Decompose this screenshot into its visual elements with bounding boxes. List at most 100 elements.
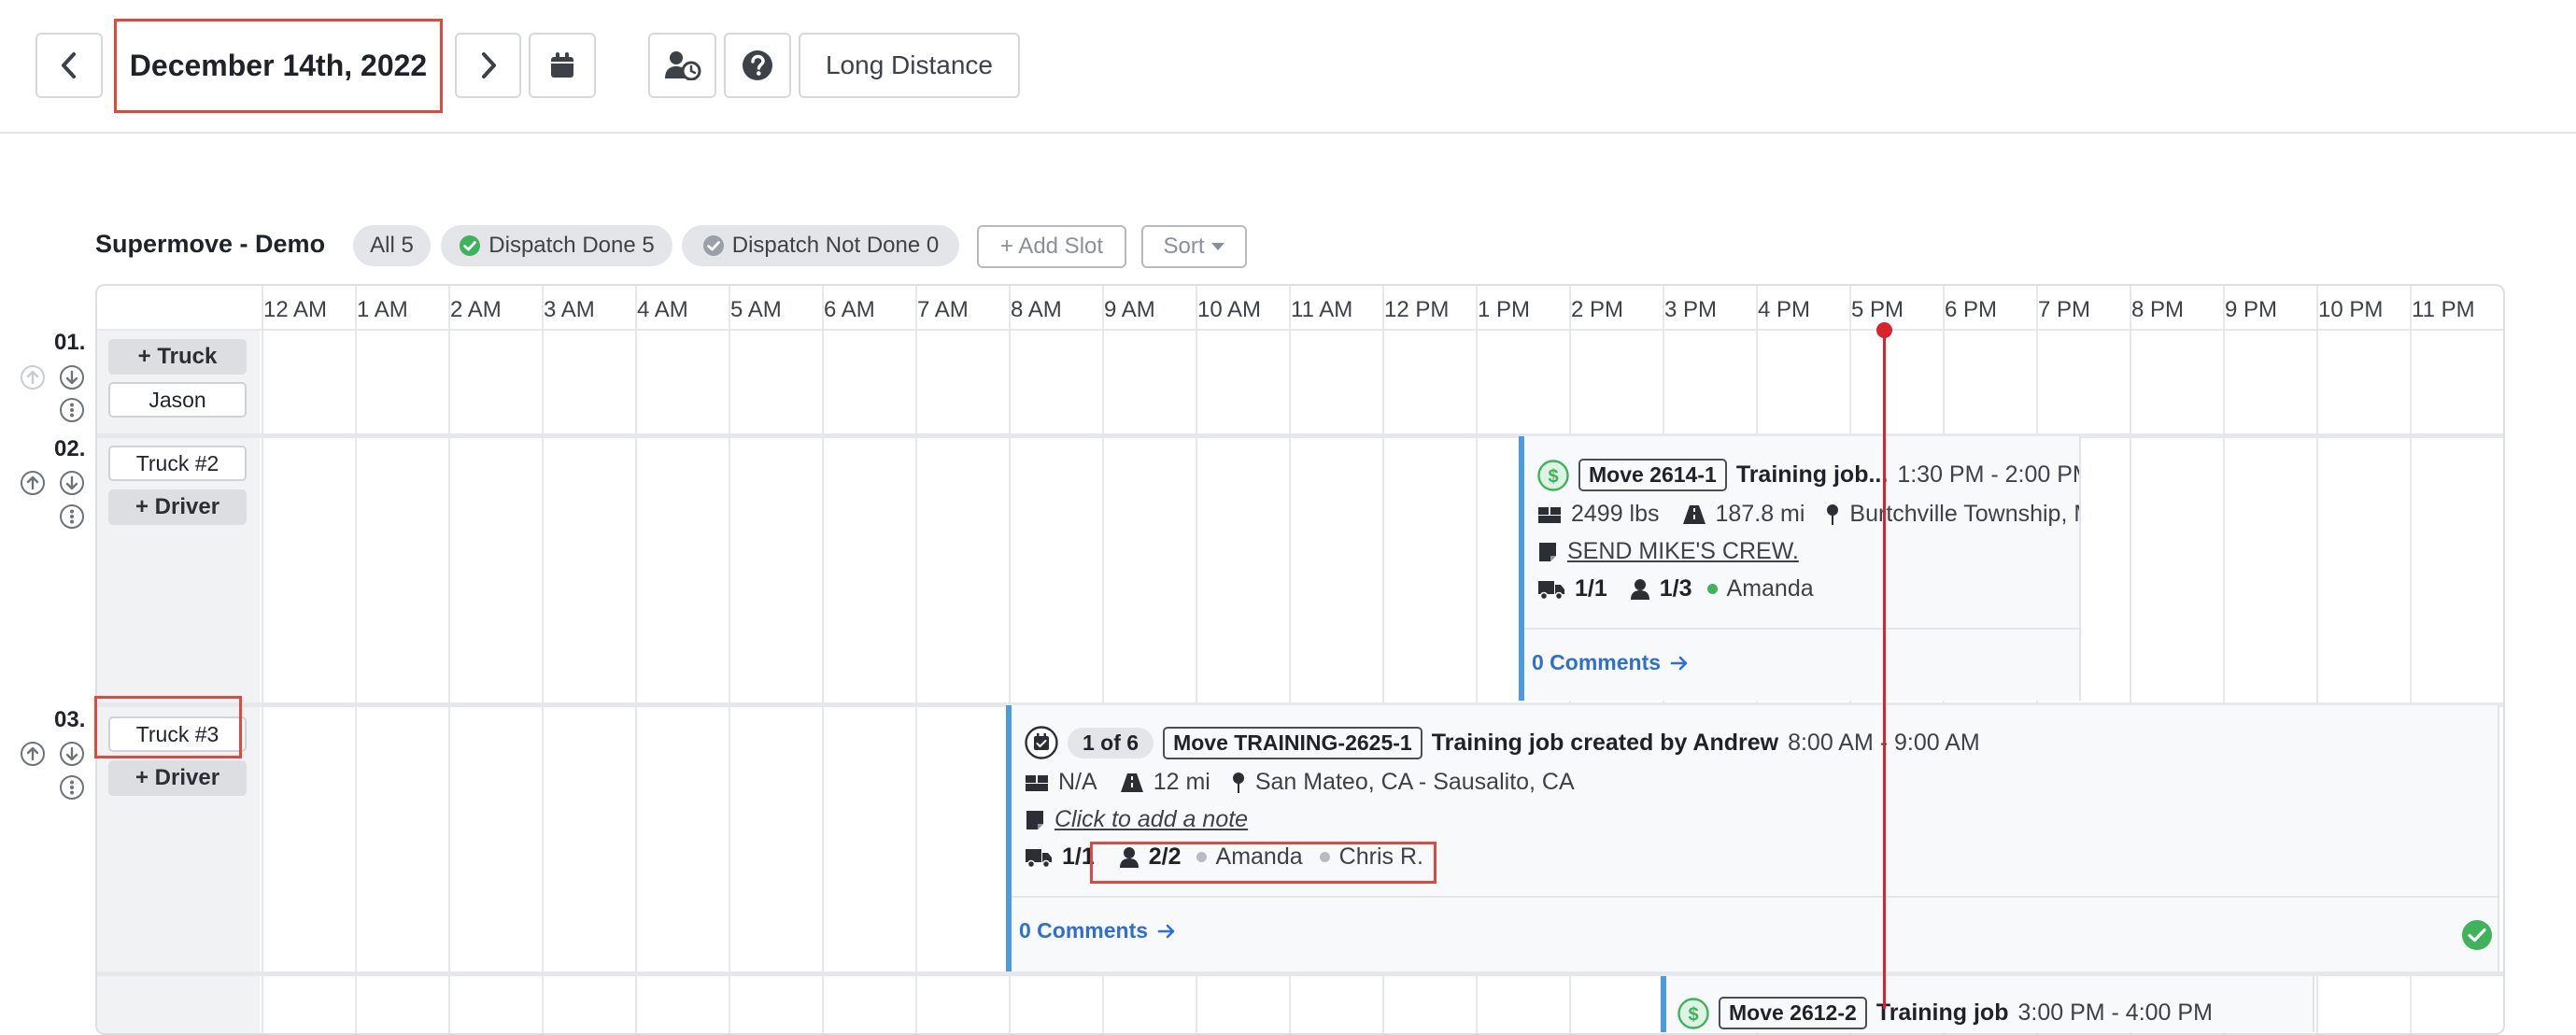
user-icon xyxy=(1630,578,1649,600)
arrow-right-icon xyxy=(1157,924,1175,938)
caret-down-icon xyxy=(1210,243,1224,250)
comments-link[interactable]: 0 Comments xyxy=(1019,918,1176,943)
filter-dispatch-not-done[interactable]: Dispatch Not Done 0 xyxy=(682,225,959,266)
job-time: 3:00 PM - 4:00 PM xyxy=(2017,1000,2213,1026)
move-up-button[interactable] xyxy=(21,471,45,495)
location-pin-icon xyxy=(1827,503,1839,525)
filter-all[interactable]: All 5 xyxy=(353,225,431,266)
hour-label: 1 AM xyxy=(357,297,408,322)
card-divider xyxy=(1012,896,2498,898)
add-note-link[interactable]: Click to add a note xyxy=(1054,806,1248,833)
add-driver-button[interactable]: + Driver xyxy=(108,489,247,525)
hour-label: 6 PM xyxy=(1945,297,1998,322)
hour-gridline xyxy=(448,286,450,1033)
hour-gridline xyxy=(822,286,824,1033)
move-up-button[interactable] xyxy=(21,365,45,390)
hour-gridline xyxy=(542,286,544,1033)
status-dot xyxy=(1706,584,1718,594)
move-down-button[interactable] xyxy=(60,471,84,495)
slot-number: 03. xyxy=(54,707,86,732)
filter-dispatch-done[interactable]: Dispatch Done 5 xyxy=(441,225,672,266)
hour-label: 11 PM xyxy=(2412,297,2475,322)
chevron-right-icon xyxy=(481,52,496,78)
job-card[interactable]: $ Move 2612-2 Training job 3:00 PM - 4:0… xyxy=(1661,976,2314,1032)
boxes-icon xyxy=(1538,506,1561,523)
trucks-count: 1/1 xyxy=(1575,575,1607,602)
highlight-box xyxy=(94,696,242,759)
slot-options-button[interactable] xyxy=(60,775,84,800)
highlight-box xyxy=(114,19,443,113)
truck-field[interactable]: Truck #2 xyxy=(108,446,247,481)
hour-label: 7 PM xyxy=(2038,297,2091,322)
arrow-down-icon xyxy=(65,746,78,761)
hour-label: 2 PM xyxy=(1571,297,1624,322)
sequence-badge: 1 of 6 xyxy=(1068,727,1154,759)
header-divider xyxy=(0,132,2576,134)
more-vertical-icon xyxy=(70,780,74,795)
arrow-down-icon xyxy=(65,475,78,490)
dollar-circle-icon: $ xyxy=(1677,997,1709,1029)
driver-field[interactable]: Jason xyxy=(108,382,247,418)
hour-label: 4 AM xyxy=(637,297,688,322)
availability-button[interactable] xyxy=(648,33,716,98)
arrow-down-icon xyxy=(65,370,78,385)
hour-label: 9 AM xyxy=(1104,297,1155,322)
road-icon xyxy=(1120,773,1143,792)
slot-options-button[interactable] xyxy=(60,398,84,422)
hour-label: 9 PM xyxy=(2225,297,2278,322)
hour-label: 8 PM xyxy=(2131,297,2185,322)
slot-number: 02. xyxy=(54,436,86,461)
card-divider xyxy=(1524,628,2079,630)
slot-number: 01. xyxy=(54,330,86,355)
truck-icon xyxy=(1538,580,1564,600)
move-down-button[interactable] xyxy=(60,365,84,390)
boxes-icon xyxy=(1026,774,1048,791)
hour-label: 12 PM xyxy=(1384,297,1450,322)
job-distance: 12 mi xyxy=(1153,769,1210,795)
calendar-icon xyxy=(551,52,573,78)
note-icon xyxy=(1026,810,1043,829)
calendar-button[interactable] xyxy=(529,33,596,98)
comments-link[interactable]: 0 Comments xyxy=(1532,650,1689,675)
add-driver-button[interactable]: + Driver xyxy=(108,760,247,796)
check-circle-icon xyxy=(460,235,481,256)
job-card[interactable]: $ Move 2614-1 Training job... 1:30 PM - … xyxy=(1519,436,2081,701)
hour-label: 10 PM xyxy=(2318,297,2384,322)
job-location: San Mateo, CA - Sausalito, CA xyxy=(1254,769,1575,795)
add-slot-button[interactable]: + Add Slot xyxy=(977,225,1126,268)
long-distance-button[interactable]: Long Distance xyxy=(799,33,1020,98)
slot-options-button[interactable] xyxy=(60,504,84,529)
job-title: Training job created by Andrew xyxy=(1431,729,1779,756)
crew-count: 1/3 xyxy=(1659,575,1692,602)
move-up-button[interactable] xyxy=(21,742,45,766)
arrow-up-icon xyxy=(26,746,39,761)
help-button[interactable] xyxy=(724,33,791,98)
hour-gridline xyxy=(729,286,730,1033)
sort-button[interactable]: Sort xyxy=(1141,225,1247,268)
help-icon xyxy=(743,50,772,80)
hour-gridline xyxy=(355,286,357,1033)
job-title: Training job... xyxy=(1735,461,1889,488)
arrow-up-icon xyxy=(26,475,39,490)
next-day-button[interactable] xyxy=(455,33,521,98)
highlight-box xyxy=(1090,842,1437,884)
hour-label: 7 AM xyxy=(917,297,969,322)
move-down-button[interactable] xyxy=(60,742,84,766)
note-icon xyxy=(1539,542,1556,561)
previous-day-button[interactable] xyxy=(35,33,103,98)
job-weight: 2499 lbs xyxy=(1571,501,1660,527)
hour-gridline xyxy=(262,286,263,1033)
truck-icon xyxy=(1026,848,1052,868)
check-circle-icon xyxy=(702,235,724,256)
more-vertical-icon xyxy=(70,403,74,418)
hour-label: 11 AM xyxy=(1291,297,1353,322)
chevron-left-icon xyxy=(62,52,76,78)
add-truck-button[interactable]: + Truck xyxy=(108,339,247,375)
job-card[interactable]: 1 of 6 Move TRAINING-2625-1 Training job… xyxy=(1006,705,2499,971)
organization-name: Supermove - Demo xyxy=(95,230,326,258)
hour-label: 4 PM xyxy=(1758,297,1811,322)
svg-text:$: $ xyxy=(1688,1004,1698,1025)
move-id-tag: Move TRAINING-2625-1 xyxy=(1163,726,1422,759)
job-note[interactable]: SEND MIKE'S CREW. xyxy=(1567,538,1799,565)
hour-label: 10 AM xyxy=(1197,297,1262,322)
